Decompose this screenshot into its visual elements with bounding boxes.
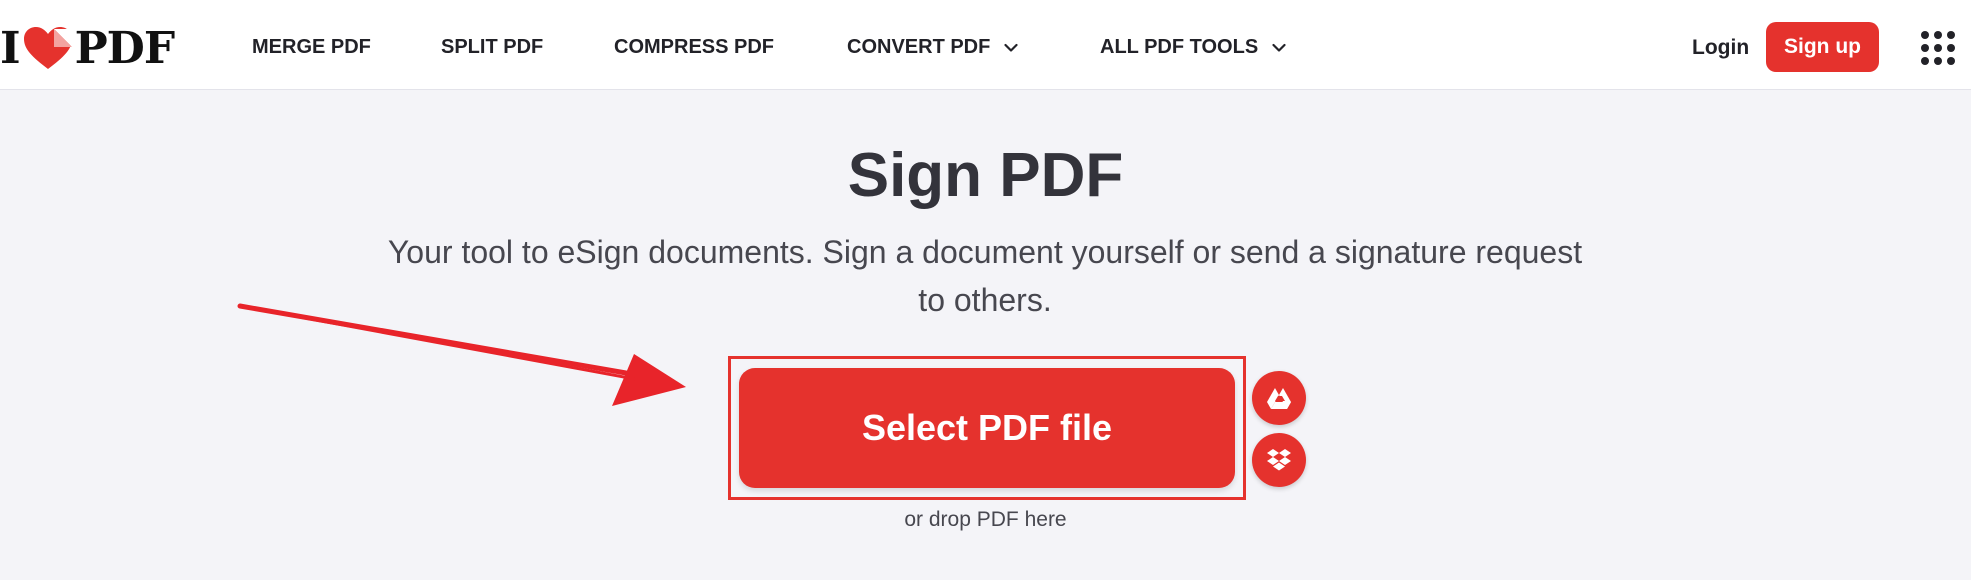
nav-all-pdf-tools-label: ALL PDF TOOLS (1100, 36, 1259, 58)
ilovepdf-logo[interactable]: I PDF (0, 23, 175, 74)
login-link[interactable]: Login (1692, 36, 1749, 60)
nav-merge-pdf[interactable]: MERGE PDF (252, 36, 371, 59)
google-drive-icon (1267, 388, 1291, 409)
chevron-down-icon (1004, 43, 1018, 52)
top-navbar: I PDF MERGE PDF SPLIT PDF COMPRESS PDF C… (0, 0, 1971, 90)
nav-compress-pdf-label: COMPRESS PDF (614, 36, 775, 58)
drop-pdf-hint: or drop PDF here (904, 508, 1067, 531)
nav-convert-pdf[interactable]: CONVERT PDF (847, 36, 1018, 59)
dropbox-icon (1267, 449, 1291, 471)
nav-all-pdf-tools[interactable]: ALL PDF TOOLS (1100, 36, 1286, 59)
signup-button[interactable]: Sign up (1766, 22, 1879, 72)
nav-split-pdf-label: SPLIT PDF (441, 36, 544, 58)
chevron-down-icon (1272, 43, 1286, 52)
nav-convert-pdf-label: CONVERT PDF (847, 36, 991, 58)
nav-compress-pdf[interactable]: COMPRESS PDF (614, 36, 774, 59)
heart-logo-icon (23, 27, 72, 69)
nav-split-pdf[interactable]: SPLIT PDF (441, 36, 543, 59)
google-drive-button[interactable] (1252, 371, 1306, 425)
page: I PDF MERGE PDF SPLIT PDF COMPRESS PDF C… (0, 0, 1971, 580)
dropbox-button[interactable] (1252, 433, 1306, 487)
page-subtitle: Your tool to eSign documents. Sign a doc… (387, 234, 1583, 318)
logo-text-pdf: PDF (74, 22, 175, 74)
apps-grid-icon[interactable] (1920, 30, 1956, 66)
page-title: Sign PDF (847, 141, 1124, 210)
logo-text-i: I (0, 22, 21, 74)
select-pdf-file-button[interactable]: Select PDF file (739, 368, 1235, 488)
nav-merge-pdf-label: MERGE PDF (252, 36, 371, 58)
